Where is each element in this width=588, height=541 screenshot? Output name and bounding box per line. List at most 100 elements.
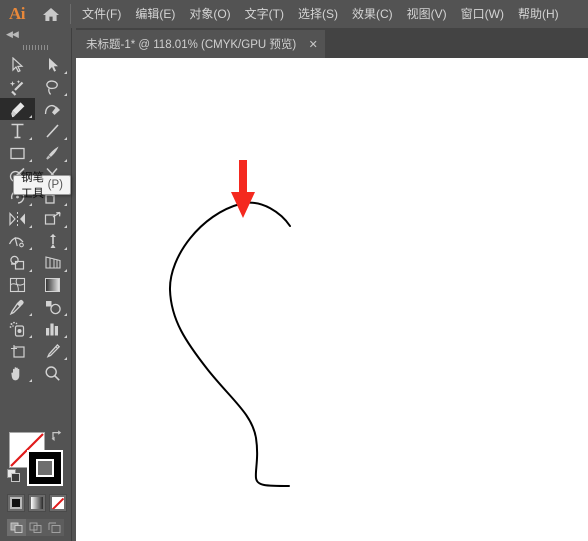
flyout-indicator-icon — [64, 247, 67, 250]
none-mode-button[interactable] — [49, 494, 67, 512]
tooltip-shortcut: (P) — [47, 179, 63, 191]
draw-inside-button[interactable] — [45, 519, 64, 536]
stroke-swatch[interactable] — [27, 450, 63, 486]
draw-behind-button[interactable] — [26, 519, 45, 536]
hand-tool[interactable] — [0, 362, 35, 384]
perspective-grid-tool[interactable] — [35, 252, 70, 274]
tool-row — [0, 252, 71, 274]
draw-normal-button[interactable] — [7, 519, 26, 536]
flyout-indicator-icon — [64, 71, 67, 74]
flyout-indicator-icon — [29, 159, 32, 162]
symbol-sprayer-tool[interactable] — [0, 318, 35, 340]
menu-separator — [70, 4, 71, 24]
tool-grid — [0, 54, 71, 384]
tool-row — [0, 362, 71, 384]
flyout-indicator-icon — [29, 137, 32, 140]
menu-view[interactable]: 视图(V) — [400, 3, 454, 25]
puppet-warp-tool[interactable] — [35, 230, 70, 252]
menu-select[interactable]: 选择(S) — [291, 3, 345, 25]
close-icon[interactable]: ✕ — [307, 38, 319, 51]
tool-row — [0, 340, 71, 362]
swap-fill-stroke-icon[interactable] — [50, 429, 63, 442]
artboard-tool[interactable] — [0, 340, 35, 362]
flyout-indicator-icon — [64, 203, 67, 206]
tools-panel-drag-handle[interactable] — [0, 41, 71, 54]
flyout-indicator-icon — [29, 203, 32, 206]
home-icon[interactable] — [34, 0, 68, 28]
gradient-mode-button[interactable] — [28, 494, 46, 512]
document-tab[interactable]: 未标题-1* @ 118.01% (CMYK/GPU 预览) ✕ — [76, 30, 326, 58]
blend-tool[interactable] — [35, 296, 70, 318]
selection-tool[interactable] — [0, 54, 35, 76]
flyout-indicator-icon — [64, 313, 67, 316]
open-bezier-curve[interactable] — [168, 201, 291, 487]
color-mode-button[interactable] — [7, 494, 25, 512]
gripper-dots-icon — [22, 45, 49, 50]
menu-help[interactable]: 帮助(H) — [511, 3, 566, 25]
paint-mode-buttons — [7, 494, 67, 512]
tool-row — [0, 120, 71, 142]
tool-row — [0, 230, 71, 252]
flyout-indicator-icon — [29, 335, 32, 338]
mesh-tool[interactable] — [0, 274, 35, 296]
width-tool[interactable] — [0, 230, 35, 252]
magic-wand-tool[interactable] — [0, 76, 35, 98]
app-logo: Ai — [9, 4, 26, 23]
menu-file[interactable]: 文件(F) — [75, 3, 128, 25]
tool-row — [0, 98, 71, 120]
reflect-tool[interactable] — [0, 208, 35, 230]
column-graph-tool[interactable] — [35, 318, 70, 340]
canvas-area[interactable] — [76, 58, 588, 541]
free-transform-tool[interactable] — [35, 208, 70, 230]
document-tab-bar: 未标题-1* @ 118.01% (CMYK/GPU 预览) ✕ — [76, 28, 588, 58]
shape-builder-tool[interactable] — [0, 252, 35, 274]
line-segment-tool[interactable] — [35, 120, 70, 142]
artwork-layer — [168, 160, 291, 487]
stroke-swatch-inner — [36, 459, 54, 477]
pen-tool[interactable] — [0, 98, 35, 120]
default-fill-stroke-icon[interactable] — [7, 469, 21, 483]
flyout-indicator-icon — [64, 159, 67, 162]
chevron-left-double-icon: ◀◀ — [6, 29, 19, 39]
flyout-indicator-icon — [64, 335, 67, 338]
menu-object[interactable]: 对象(O) — [182, 3, 237, 25]
slice-tool[interactable] — [35, 340, 70, 362]
flyout-indicator-icon — [64, 357, 67, 360]
zoom-tool[interactable] — [35, 362, 70, 384]
direct-selection-tool[interactable] — [35, 54, 70, 76]
menu-edit[interactable]: 编辑(E) — [128, 3, 182, 25]
paintbrush-tool[interactable] — [35, 142, 70, 164]
tool-row — [0, 208, 71, 230]
type-tool[interactable] — [0, 120, 35, 142]
menu-effect[interactable]: 效果(C) — [345, 3, 400, 25]
gradient-tool[interactable] — [35, 274, 70, 296]
flyout-indicator-icon — [64, 137, 67, 140]
flyout-indicator-icon — [64, 93, 67, 96]
flyout-indicator-icon — [29, 269, 32, 272]
eyedropper-tool[interactable] — [0, 296, 35, 318]
tool-row — [0, 274, 71, 296]
tool-row — [0, 296, 71, 318]
rectangle-tool[interactable] — [0, 142, 35, 164]
menu-type[interactable]: 文字(T) — [238, 3, 291, 25]
flyout-indicator-icon — [29, 225, 32, 228]
none-mode-icon — [52, 497, 64, 509]
color-mode-icon — [10, 497, 22, 509]
draw-mode-buttons — [7, 519, 64, 536]
tool-row — [0, 142, 71, 164]
red-down-arrow — [231, 160, 255, 218]
tool-tooltip: 钢笔工具 (P) — [13, 172, 71, 200]
lasso-tool[interactable] — [35, 76, 70, 98]
gradient-mode-icon — [31, 497, 43, 509]
tools-panel: ◀◀ 钢笔工具 (P) — [0, 28, 72, 541]
flyout-indicator-icon — [29, 247, 32, 250]
flyout-indicator-icon — [29, 115, 32, 118]
curvature-tool[interactable] — [35, 98, 70, 120]
menu-bar: Ai 文件(F) 编辑(E) 对象(O) 文字(T) 选择(S) 效果(C) 视… — [0, 0, 588, 28]
illustrator-window: Ai 文件(F) 编辑(E) 对象(O) 文字(T) 选择(S) 效果(C) 视… — [0, 0, 588, 541]
flyout-indicator-icon — [64, 225, 67, 228]
tools-panel-collapse[interactable]: ◀◀ — [0, 28, 71, 41]
menu-window[interactable]: 窗口(W) — [454, 3, 511, 25]
flyout-indicator-icon — [29, 313, 32, 316]
tool-row — [0, 76, 71, 98]
